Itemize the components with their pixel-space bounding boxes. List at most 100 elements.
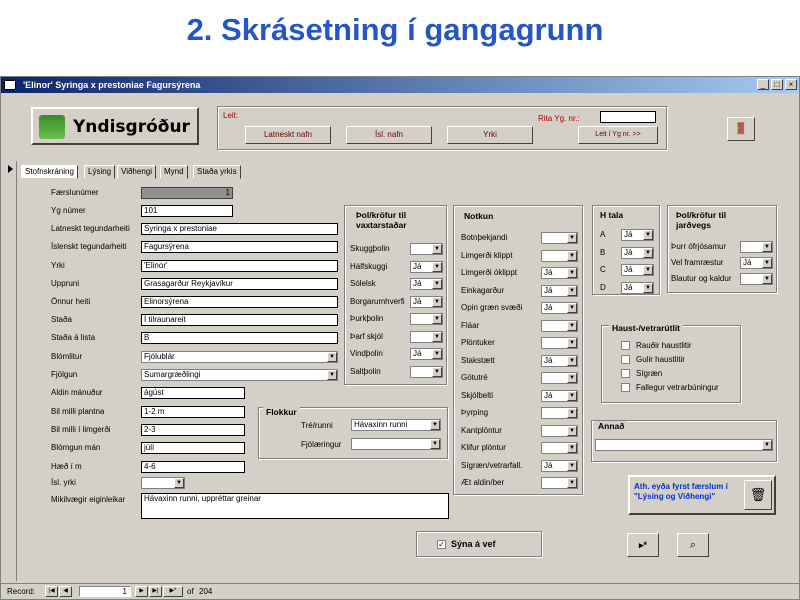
chevron-down-icon[interactable]: ▼ (567, 338, 577, 348)
yes-no-dropdown[interactable]: Já ▼ (541, 302, 578, 314)
yes-no-dropdown[interactable]: Já ▼ (410, 260, 443, 273)
fjolaeringur-dropdown[interactable]: ▼ (351, 438, 441, 450)
yes-no-dropdown[interactable]: ▼ (541, 232, 578, 244)
yes-no-dropdown[interactable]: ▼ (541, 407, 578, 419)
yes-no-dropdown[interactable]: Já ▼ (410, 295, 443, 308)
chevron-down-icon[interactable]: ▼ (567, 285, 577, 296)
latneskt-heiti-input[interactable]: Syringa x prestoniae (141, 223, 338, 235)
isl-yrki-dropdown[interactable]: ▼ (141, 477, 185, 489)
chevron-down-icon[interactable]: ▼ (432, 261, 442, 272)
yes-no-dropdown[interactable]: ▼ (541, 442, 578, 454)
chevron-down-icon[interactable]: ▼ (567, 390, 577, 401)
islenskt-heiti-input[interactable]: Fagursýrena (141, 241, 338, 253)
chevron-down-icon[interactable]: ▼ (567, 233, 577, 243)
record-selector[interactable] (5, 161, 17, 581)
chevron-down-icon[interactable]: ▼ (567, 408, 577, 418)
fjolgun-dropdown[interactable]: Sumargræðlingi ▼ (141, 369, 338, 381)
yes-no-dropdown[interactable]: Já ▼ (410, 348, 443, 360)
yes-no-dropdown[interactable]: Já ▼ (541, 459, 578, 472)
yes-no-dropdown[interactable]: ▼ (541, 424, 578, 437)
tre-runni-dropdown[interactable]: Hávaxinn runni ▼ (351, 419, 441, 431)
aldin-manudur-input[interactable]: ágúst (141, 387, 245, 399)
yes-no-dropdown[interactable]: Já ▼ (740, 257, 773, 269)
yes-no-dropdown[interactable]: ▼ (740, 241, 773, 253)
web-checkbox[interactable]: ✓ (437, 540, 446, 549)
chevron-down-icon[interactable]: ▼ (567, 250, 577, 261)
chevron-down-icon[interactable]: ▼ (327, 370, 337, 380)
bil-limgerdi-input[interactable]: 2-3 (141, 424, 245, 436)
blomgun-input[interactable]: júlí (141, 442, 245, 454)
chevron-down-icon[interactable]: ▼ (432, 366, 442, 377)
chevron-down-icon[interactable]: ▼ (762, 242, 772, 252)
chevron-down-icon[interactable]: ▼ (432, 279, 442, 289)
yes-no-dropdown[interactable]: Já ▼ (621, 264, 654, 276)
chevron-down-icon[interactable]: ▼ (567, 268, 577, 278)
yes-no-dropdown[interactable]: ▼ (410, 365, 443, 378)
yes-no-dropdown[interactable]: Já ▼ (541, 284, 578, 297)
chevron-down-icon[interactable]: ▼ (762, 258, 772, 268)
trash-icon[interactable]: 🗑 (744, 480, 772, 510)
last-record-icon[interactable]: ▶| (149, 586, 162, 597)
yrki-button[interactable]: Yrki (447, 126, 533, 144)
chevron-down-icon[interactable]: ▼ (432, 331, 442, 342)
chevron-down-icon[interactable]: ▼ (643, 247, 653, 258)
tab-stofnskraning[interactable]: Stofnskráning (21, 165, 78, 179)
yes-no-dropdown[interactable]: Já ▼ (541, 354, 578, 367)
onnur-heiti-input[interactable]: Elinorsýrena (141, 296, 338, 308)
yes-no-dropdown[interactable]: ▼ (410, 330, 443, 343)
chevron-down-icon[interactable]: ▼ (643, 282, 653, 293)
chevron-down-icon[interactable]: ▼ (430, 420, 440, 430)
latneskt-nafn-button[interactable]: Latneskt nafn (245, 126, 331, 144)
chevron-down-icon[interactable]: ▼ (567, 303, 577, 313)
exit-door-icon[interactable]: 🚪 (727, 117, 755, 141)
tab-stada-yrkis[interactable]: Staða yrkis (193, 165, 241, 179)
yes-no-dropdown[interactable]: Já ▼ (410, 278, 443, 290)
tab-lysing[interactable]: Lýsing (84, 165, 116, 179)
haed-input[interactable]: 4-6 (141, 461, 245, 473)
chevron-down-icon[interactable]: ▼ (174, 478, 184, 488)
chevron-down-icon[interactable]: ▼ (567, 373, 577, 383)
blomlitur-dropdown[interactable]: Fjólublár ▼ (141, 351, 338, 363)
yes-no-dropdown[interactable]: ▼ (410, 243, 443, 255)
first-record-icon[interactable]: |◀ (45, 586, 58, 597)
rita-yg-input[interactable] (600, 111, 656, 123)
maximize-button[interactable]: □ (771, 79, 783, 90)
checkbox[interactable] (621, 341, 630, 350)
next-record-icon[interactable]: ▶ (135, 586, 148, 597)
chevron-down-icon[interactable]: ▼ (567, 355, 577, 366)
chevron-down-icon[interactable]: ▼ (432, 314, 442, 324)
yes-no-dropdown[interactable]: ▼ (541, 337, 578, 349)
isl-nafn-button[interactable]: Ísl. nafn (346, 126, 432, 144)
yes-no-dropdown[interactable]: Já ▼ (541, 389, 578, 402)
chevron-down-icon[interactable]: ▼ (643, 230, 653, 240)
yes-no-dropdown[interactable]: Já ▼ (621, 246, 654, 259)
chevron-down-icon[interactable]: ▼ (643, 265, 653, 275)
minimize-button[interactable]: _ (757, 79, 769, 90)
checkbox[interactable] (621, 383, 630, 392)
bil-plantna-input[interactable]: 1-2 m (141, 406, 245, 418)
chevron-down-icon[interactable]: ▼ (567, 443, 577, 453)
chevron-down-icon[interactable]: ▼ (567, 460, 577, 471)
yes-no-dropdown[interactable]: ▼ (541, 249, 578, 262)
chevron-down-icon[interactable]: ▼ (327, 352, 337, 362)
yg-numer-input[interactable]: 101 (141, 205, 233, 217)
chevron-down-icon[interactable]: ▼ (762, 274, 772, 284)
yes-no-dropdown[interactable]: Já ▼ (621, 229, 654, 241)
chevron-down-icon[interactable]: ▼ (432, 349, 442, 359)
tab-mynd[interactable]: Mynd (160, 165, 188, 179)
chevron-down-icon[interactable]: ▼ (762, 440, 772, 450)
mikilvaegir-input[interactable]: Hávaxinn runni, uppréttar greinar (141, 493, 449, 519)
yrki-input[interactable]: 'Elinor' (141, 260, 338, 272)
tab-vidhengi[interactable]: Viðhengi (117, 165, 156, 179)
yes-no-dropdown[interactable]: ▼ (541, 477, 578, 489)
new-record-icon[interactable]: ▸* (627, 533, 659, 557)
chevron-down-icon[interactable]: ▼ (567, 425, 577, 436)
close-button[interactable]: × (785, 79, 797, 90)
stada-lista-input[interactable]: B (141, 332, 338, 344)
chevron-down-icon[interactable]: ▼ (567, 320, 577, 331)
chevron-down-icon[interactable]: ▼ (432, 296, 442, 307)
checkbox[interactable] (621, 355, 630, 364)
uppruni-input[interactable]: Grasagarður Reykjavíkur (141, 278, 338, 290)
binoculars-icon[interactable]: ⌕ (677, 533, 709, 557)
yes-no-dropdown[interactable]: Já ▼ (621, 281, 654, 294)
